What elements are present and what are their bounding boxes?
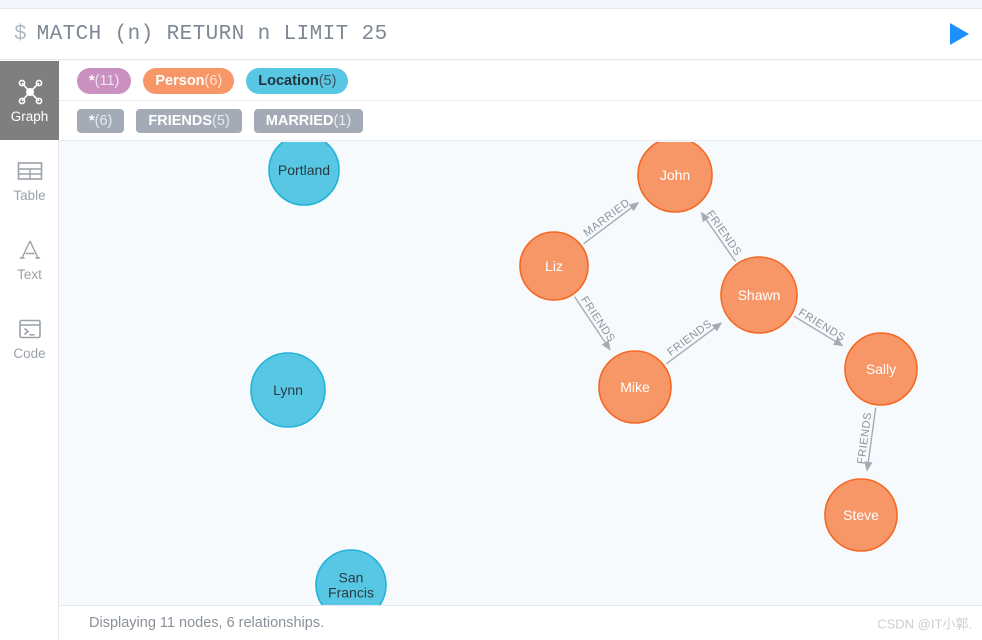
relationship-label: FRIENDS: [704, 208, 744, 258]
node-label: Lynn: [273, 382, 303, 398]
graph-node[interactable]: SanFrancis: [315, 549, 387, 605]
graph-nodes-icon: [15, 78, 45, 106]
rel-chip-friends-count: (5): [212, 112, 230, 129]
relationship-friends[interactable]: FRIENDS: [665, 318, 723, 365]
relationship-label: FRIENDS: [578, 294, 617, 344]
result-status-bar: Displaying 11 nodes, 6 relationships. CS…: [59, 605, 982, 640]
graph-visualization-canvas[interactable]: MARRIED FRIENDS FRIENDS FRIENDS FRIENDS FRIEN…: [59, 142, 982, 605]
legend-panel: * (11) Person (6) Location (5) * (6) FRIENDS…: [59, 61, 982, 141]
status-message: Displaying 11 nodes, 6 relationships.: [89, 615, 325, 631]
relationship-friends[interactable]: FRIENDS: [855, 407, 877, 472]
relationship-friends[interactable]: FRIENDS: [700, 208, 744, 262]
node-label: Francis: [328, 585, 374, 601]
node-label-chip-row: * (11) Person (6) Location (5): [59, 61, 982, 101]
graph-node[interactable]: Portland: [268, 142, 340, 206]
rel-chip-all[interactable]: * (6): [77, 108, 125, 133]
node-chip-all[interactable]: * (11): [77, 67, 132, 94]
relationship-friends[interactable]: FRIENDS: [793, 307, 847, 347]
rel-chip-friends-name: FRIENDS: [148, 112, 213, 129]
node-label: San: [339, 570, 364, 586]
node-label: Sally: [866, 361, 896, 377]
relationship-type-chip-row: * (6) FRIENDS (5) MARRIED (1): [59, 101, 982, 141]
node-chip-location-count: (5): [318, 72, 337, 89]
node-layer: Portland Lynn SanFrancis John Liz Shawn Mike Sa…: [250, 142, 918, 605]
node-chip-location-name: Location: [258, 72, 319, 89]
rel-chip-married-name: MARRIED: [265, 112, 334, 129]
play-icon: [950, 23, 969, 45]
text-letter-a-icon: [15, 236, 45, 264]
view-mode-sidebar: Graph Table Text Code: [0, 61, 59, 640]
node-chip-person-count: (6): [204, 72, 223, 89]
node-label: Liz: [545, 258, 563, 274]
sidebar-item-code[interactable]: Code: [0, 298, 59, 377]
sidebar-item-text[interactable]: Text: [0, 219, 59, 298]
relationship-label: FRIENDS: [665, 318, 714, 359]
sidebar-item-code-label: Code: [13, 345, 46, 361]
node-label: Steve: [843, 507, 879, 523]
graph-node[interactable]: Liz: [519, 231, 589, 301]
node-chip-person-name: Person: [155, 72, 205, 89]
node-chip-person[interactable]: Person (6): [143, 67, 235, 94]
graph-svg[interactable]: MARRIED FRIENDS FRIENDS FRIENDS FRIENDS FRIEN…: [59, 142, 982, 605]
relationship-married[interactable]: MARRIED: [581, 197, 640, 245]
graph-node[interactable]: John: [637, 142, 713, 213]
relationship-layer: MARRIED FRIENDS FRIENDS FRIENDS FRIENDS FRIEN…: [574, 197, 877, 472]
graph-node[interactable]: Sally: [844, 332, 918, 406]
node-chip-all-count: (11): [94, 72, 120, 89]
table-grid-icon: [15, 157, 45, 185]
query-text[interactable]: MATCH (n) RETURN n LIMIT 25: [37, 24, 982, 45]
node-chip-location[interactable]: Location (5): [246, 67, 349, 94]
sidebar-item-graph-label: Graph: [10, 108, 49, 124]
watermark-label: CSDN @IT小郭.: [877, 616, 972, 632]
sidebar-item-table[interactable]: Table: [0, 140, 59, 219]
relationship-label: MARRIED: [581, 197, 632, 240]
rel-chip-all-count: (6): [94, 112, 113, 129]
node-label: Portland: [278, 162, 330, 178]
node-label: John: [660, 167, 690, 183]
node-label: Shawn: [738, 287, 781, 303]
run-query-button[interactable]: [942, 17, 976, 51]
graph-node[interactable]: Steve: [824, 478, 898, 552]
rel-chip-married[interactable]: MARRIED (1): [253, 108, 364, 133]
prompt-symbol: $: [14, 22, 27, 46]
graph-node[interactable]: Lynn: [250, 352, 326, 428]
graph-node[interactable]: Mike: [598, 350, 672, 424]
rel-chip-married-count: (1): [333, 112, 352, 129]
sidebar-item-graph[interactable]: Graph: [0, 61, 59, 140]
relationship-friends[interactable]: FRIENDS: [574, 294, 618, 351]
graph-node[interactable]: Shawn: [720, 256, 798, 334]
code-terminal-icon: [15, 315, 45, 343]
query-editor-bar[interactable]: $ MATCH (n) RETURN n LIMIT 25: [0, 8, 982, 60]
neo4j-browser-result-frame: $ MATCH (n) RETURN n LIMIT 25 Graph Tabl…: [0, 0, 982, 640]
sidebar-item-text-label: Text: [17, 266, 42, 282]
relationship-label: FRIENDS: [796, 307, 847, 344]
rel-chip-friends[interactable]: FRIENDS (5): [136, 108, 242, 133]
sidebar-item-table-label: Table: [13, 187, 46, 203]
node-label: Mike: [620, 379, 650, 395]
